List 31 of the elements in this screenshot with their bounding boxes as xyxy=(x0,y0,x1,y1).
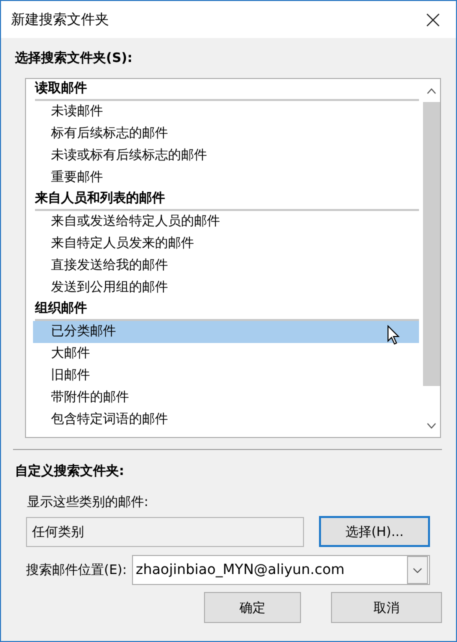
group-header: 读取邮件 xyxy=(35,79,419,101)
category-field[interactable]: 任何类别 xyxy=(26,516,304,546)
close-icon[interactable] xyxy=(426,12,440,26)
section-label: 选择搜索文件夹(S): xyxy=(15,50,134,68)
window-title: 新建搜索文件夹 xyxy=(11,10,109,28)
list-item[interactable]: 标有后续标志的邮件 xyxy=(35,123,423,145)
dropdown-caret-icon xyxy=(412,568,422,572)
list-item[interactable]: 未读或标有后续标志的邮件 xyxy=(35,145,423,167)
location-dropdown[interactable]: zhaojinbiao_MYN@aliyun.com xyxy=(132,555,430,585)
list-item[interactable]: 带附件的邮件 xyxy=(35,387,423,409)
scroll-up-icon[interactable] xyxy=(427,88,436,94)
group-header: 来自人员和列表的邮件 xyxy=(35,189,419,211)
field-label: 显示这些类别的邮件: xyxy=(27,494,150,511)
ok-button[interactable]: 确定 xyxy=(204,592,301,623)
list-item[interactable]: 已分类邮件 xyxy=(33,321,419,343)
list-item[interactable]: 来自或发送给特定人员的邮件 xyxy=(35,211,423,233)
list-item[interactable]: 未读邮件 xyxy=(35,101,423,123)
list-item[interactable]: 来自特定人员发来的邮件 xyxy=(35,233,423,255)
field-label: 搜索邮件位置(E): xyxy=(26,562,127,579)
list-item[interactable]: 大邮件 xyxy=(35,343,423,365)
list-item[interactable]: 包含特定词语的邮件 xyxy=(35,409,423,431)
section-label: 自定义搜索文件夹: xyxy=(15,462,126,481)
cancel-button[interactable]: 取消 xyxy=(331,592,442,623)
choose-button[interactable]: 选择(H)... xyxy=(319,516,430,547)
list-item[interactable]: 旧邮件 xyxy=(35,365,423,387)
scroll-down-icon[interactable] xyxy=(427,423,436,429)
mouse-pointer-icon xyxy=(387,325,400,345)
scroll-thumb[interactable] xyxy=(423,102,440,386)
list-item[interactable]: 直接发送给我的邮件 xyxy=(35,255,423,277)
list-item[interactable]: 发送到公用组的邮件 xyxy=(35,277,423,299)
list-item[interactable]: 重要邮件 xyxy=(35,167,423,189)
